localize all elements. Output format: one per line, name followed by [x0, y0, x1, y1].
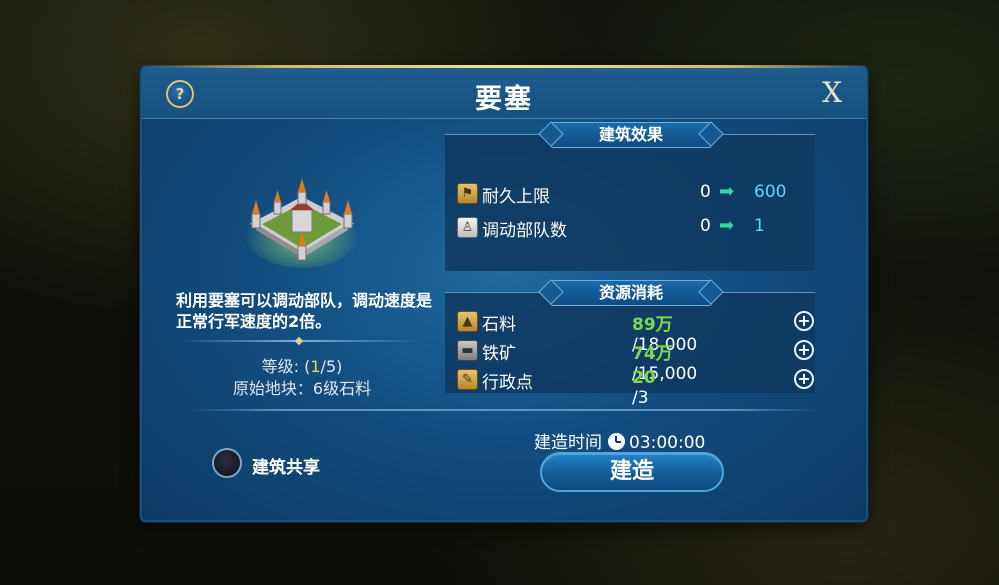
- resource-label: 行政点: [482, 373, 533, 393]
- resource-label: 铁矿: [482, 344, 516, 364]
- close-button[interactable]: X: [822, 76, 842, 109]
- build-time: 建造时间 03:00:00: [534, 428, 705, 453]
- clock-icon: [608, 433, 625, 450]
- building-description: 利用要塞可以调动部队，调动速度是正常行军速度的2倍。: [176, 291, 433, 331]
- resource-amount: 20 /3: [632, 368, 656, 408]
- title-bar: ? 要塞 X: [142, 68, 866, 119]
- add-stone-button[interactable]: +: [794, 311, 814, 331]
- section-divider: [188, 409, 820, 411]
- building-level: 等级: (1/5): [142, 353, 462, 377]
- effect-from: 0: [700, 216, 711, 236]
- build-button[interactable]: 建造: [540, 452, 724, 492]
- resource-cost-panel: 资源消耗 ▲ 石料 89万 /18,000 + ▬ 铁矿 74万 /15,000…: [445, 280, 815, 408]
- resource-label: 石料: [482, 315, 516, 335]
- share-radio[interactable]: [212, 448, 242, 478]
- resource-cost-header: 资源消耗: [550, 280, 712, 306]
- durability-icon: ⚑: [457, 183, 478, 204]
- arrow-right-icon: ➡: [719, 181, 735, 202]
- dialog-title: 要塞: [475, 84, 533, 115]
- iron-icon: ▬: [457, 340, 478, 361]
- building-effect-header: 建筑效果: [550, 122, 712, 148]
- effect-label: 耐久上限: [482, 187, 550, 207]
- troop-icon: ♙: [457, 217, 478, 238]
- add-iron-button[interactable]: +: [794, 340, 814, 360]
- share-label: 建筑共享: [252, 458, 320, 478]
- building-effect-panel: 建筑效果 ⚑ 耐久上限 0 ➡ 600 ♙ 调动部队数 0 ➡ 1: [445, 122, 815, 271]
- origin-tile: 原始地块：6级石料: [232, 379, 372, 398]
- admin-point-icon: ✎: [457, 369, 478, 390]
- build-time-label: 建造时间: [534, 433, 602, 453]
- description-separator: [180, 336, 420, 346]
- fortress-dialog: ? 要塞 X 利用要塞可以调动部队，调动速度是正常行军速度的2倍。 等级: (1…: [136, 65, 872, 522]
- effect-to: 600: [754, 182, 787, 202]
- arrow-right-icon: ➡: [719, 215, 735, 236]
- fortress-image: [244, 178, 360, 268]
- level-prefix: 等级: (: [261, 357, 311, 376]
- level-suffix: /5): [320, 357, 343, 376]
- effect-to: 1: [754, 216, 765, 236]
- level-current: 1: [310, 357, 321, 376]
- add-admin-point-button[interactable]: +: [794, 369, 814, 389]
- build-time-value: 03:00:00: [629, 433, 706, 453]
- stone-icon: ▲: [457, 311, 478, 332]
- effect-from: 0: [700, 182, 711, 202]
- effect-label: 调动部队数: [482, 221, 567, 241]
